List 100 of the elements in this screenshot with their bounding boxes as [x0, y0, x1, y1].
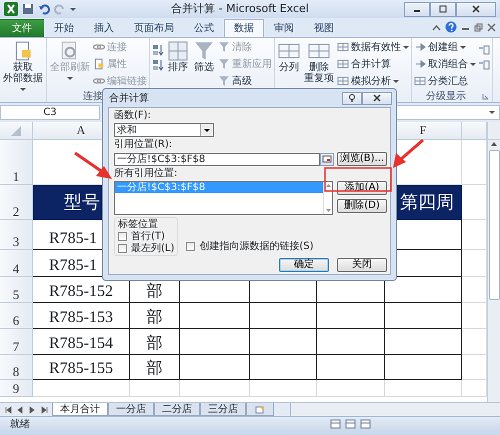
- horizontal-scroll-bar[interactable]: [290, 403, 500, 416]
- table-cell: [317, 329, 385, 355]
- row-header[interactable]: 7: [0, 329, 33, 355]
- table-icon: [337, 58, 349, 70]
- caret-icon[interactable]: [20, 88, 26, 91]
- caret-icon[interactable]: [489, 111, 495, 114]
- ribbon-button[interactable]: 分类汇总: [414, 74, 476, 88]
- help-button[interactable]: [342, 92, 362, 104]
- page-layout-icon[interactable]: [345, 419, 356, 429]
- ribbon-button[interactable]: 删除 重复项: [303, 40, 335, 90]
- function-dropdown[interactable]: 求和: [114, 123, 214, 137]
- outline-icon[interactable]: [478, 44, 490, 56]
- table-cell: [130, 380, 180, 397]
- table-cell: [180, 329, 250, 355]
- ribbon-button[interactable]: 合并计算: [337, 57, 409, 71]
- sort-icon[interactable]: [152, 59, 164, 71]
- ribbon-tab[interactable]: 开始: [44, 19, 84, 37]
- ribbon-tab[interactable]: 插入: [84, 19, 124, 37]
- ribbon-button[interactable]: 获取 外部数据: [2, 40, 44, 91]
- ribbon-button[interactable]: 数据有效性: [337, 40, 409, 54]
- checkbox-label: 最左列(L): [131, 243, 174, 254]
- caret-icon[interactable]: [403, 46, 409, 48]
- row-header[interactable]: 3: [0, 220, 33, 250]
- sort-icon[interactable]: [152, 44, 164, 56]
- table-icon: [337, 75, 349, 87]
- ribbon-tab[interactable]: 页面布局: [124, 19, 184, 37]
- ribbon-button[interactable]: 取消组合: [414, 57, 476, 71]
- undo-icon[interactable]: [38, 3, 50, 15]
- dialog-button[interactable]: 关闭: [337, 258, 387, 272]
- arrow: [393, 138, 424, 168]
- launcher-icon[interactable]: [482, 92, 489, 100]
- save-icon[interactable]: [22, 3, 34, 15]
- row-header[interactable]: 8: [0, 355, 33, 380]
- restore-icon[interactable]: [474, 22, 483, 32]
- minimize-button[interactable]: [404, 2, 430, 16]
- table-cell: [250, 303, 317, 329]
- collapse-icon[interactable]: [432, 22, 441, 32]
- table-cell: [180, 355, 250, 380]
- filter-icon: [218, 58, 230, 70]
- collapse-dialog-button[interactable]: [320, 152, 334, 166]
- ribbon-button[interactable]: 高级: [218, 74, 272, 88]
- page-break-icon[interactable]: [360, 419, 371, 429]
- nav-arrow-icon[interactable]: [40, 406, 48, 414]
- reference-field[interactable]: 一分店!$C$3:$F$8: [114, 152, 320, 166]
- scroll-thumb[interactable]: [488, 150, 500, 300]
- caret-icon[interactable]: [204, 128, 210, 132]
- filter-icon: [193, 40, 215, 62]
- scroll-down-icon[interactable]: [326, 209, 330, 212]
- row-header[interactable]: 6: [0, 303, 33, 329]
- name-box[interactable]: C3: [0, 105, 100, 120]
- row-header[interactable]: 5: [0, 277, 33, 303]
- caret-icon[interactable]: [470, 62, 476, 66]
- ribbon-button[interactable]: 分列: [277, 40, 301, 90]
- ribbon-tab[interactable]: 公式: [184, 19, 224, 37]
- window-title: 合并计算 - Microsoft Excel: [170, 2, 310, 16]
- ribbon-tab[interactable]: 审阅: [264, 19, 304, 37]
- table-cell: [180, 303, 250, 329]
- row-header[interactable]: 2: [0, 185, 33, 220]
- browse-button[interactable]: 浏览(B)...: [337, 152, 387, 166]
- ribbon-tab[interactable]: 文件: [0, 19, 44, 37]
- row-header[interactable]: 1: [0, 140, 33, 185]
- dialog-button[interactable]: 确定: [279, 258, 329, 272]
- scroll-bar[interactable]: [487, 122, 500, 402]
- table-cell: R785-153: [33, 303, 130, 329]
- ribbon-button[interactable]: 筛选: [192, 40, 216, 90]
- ribbon-button[interactable]: 创建组: [414, 40, 476, 54]
- checkbox[interactable]: [186, 242, 196, 251]
- sheet-tab[interactable]: 本月合计: [52, 403, 108, 416]
- checkbox[interactable]: [118, 244, 127, 253]
- highlight-frame: [324, 167, 392, 192]
- field-label: 所有引用位置:: [114, 168, 178, 179]
- row-header[interactable]: 4: [0, 250, 33, 277]
- scroll-up-icon[interactable]: [490, 140, 498, 148]
- arrow: [74, 152, 112, 179]
- scroll-up-icon[interactable]: [326, 184, 330, 187]
- insert-sheet-button[interactable]: [246, 403, 274, 416]
- close-button[interactable]: [362, 92, 392, 104]
- normal-view-icon[interactable]: [330, 419, 341, 429]
- table-icon: [337, 41, 349, 53]
- sheet-tab[interactable]: 一分店: [108, 403, 154, 416]
- outline-icon[interactable]: [478, 59, 490, 71]
- maximize-button[interactable]: [430, 2, 456, 16]
- nav-arrow-icon[interactable]: [4, 406, 12, 414]
- maximize-icon: [439, 5, 447, 13]
- close-button[interactable]: [456, 2, 496, 16]
- ribbon-tab[interactable]: 数据: [224, 19, 264, 37]
- filter-icon: [218, 41, 230, 53]
- row-header[interactable]: 9: [0, 380, 33, 397]
- ribbon-button[interactable]: 模拟分析: [337, 74, 409, 88]
- caret-icon[interactable]: [460, 46, 466, 48]
- arrow-icon: [414, 58, 426, 70]
- checkbox[interactable]: [118, 232, 127, 241]
- close-icon[interactable]: [487, 22, 496, 32]
- sheet-tab[interactable]: 二分店: [154, 403, 200, 416]
- delete-button[interactable]: 删除(D): [337, 199, 387, 213]
- help-icon[interactable]: [445, 21, 457, 33]
- caret-icon[interactable]: [393, 80, 399, 82]
- ribbon-tab[interactable]: 视图: [304, 19, 344, 37]
- ribbon-button[interactable]: 排序: [166, 40, 190, 90]
- sheet-tab[interactable]: 三分店: [200, 403, 246, 416]
